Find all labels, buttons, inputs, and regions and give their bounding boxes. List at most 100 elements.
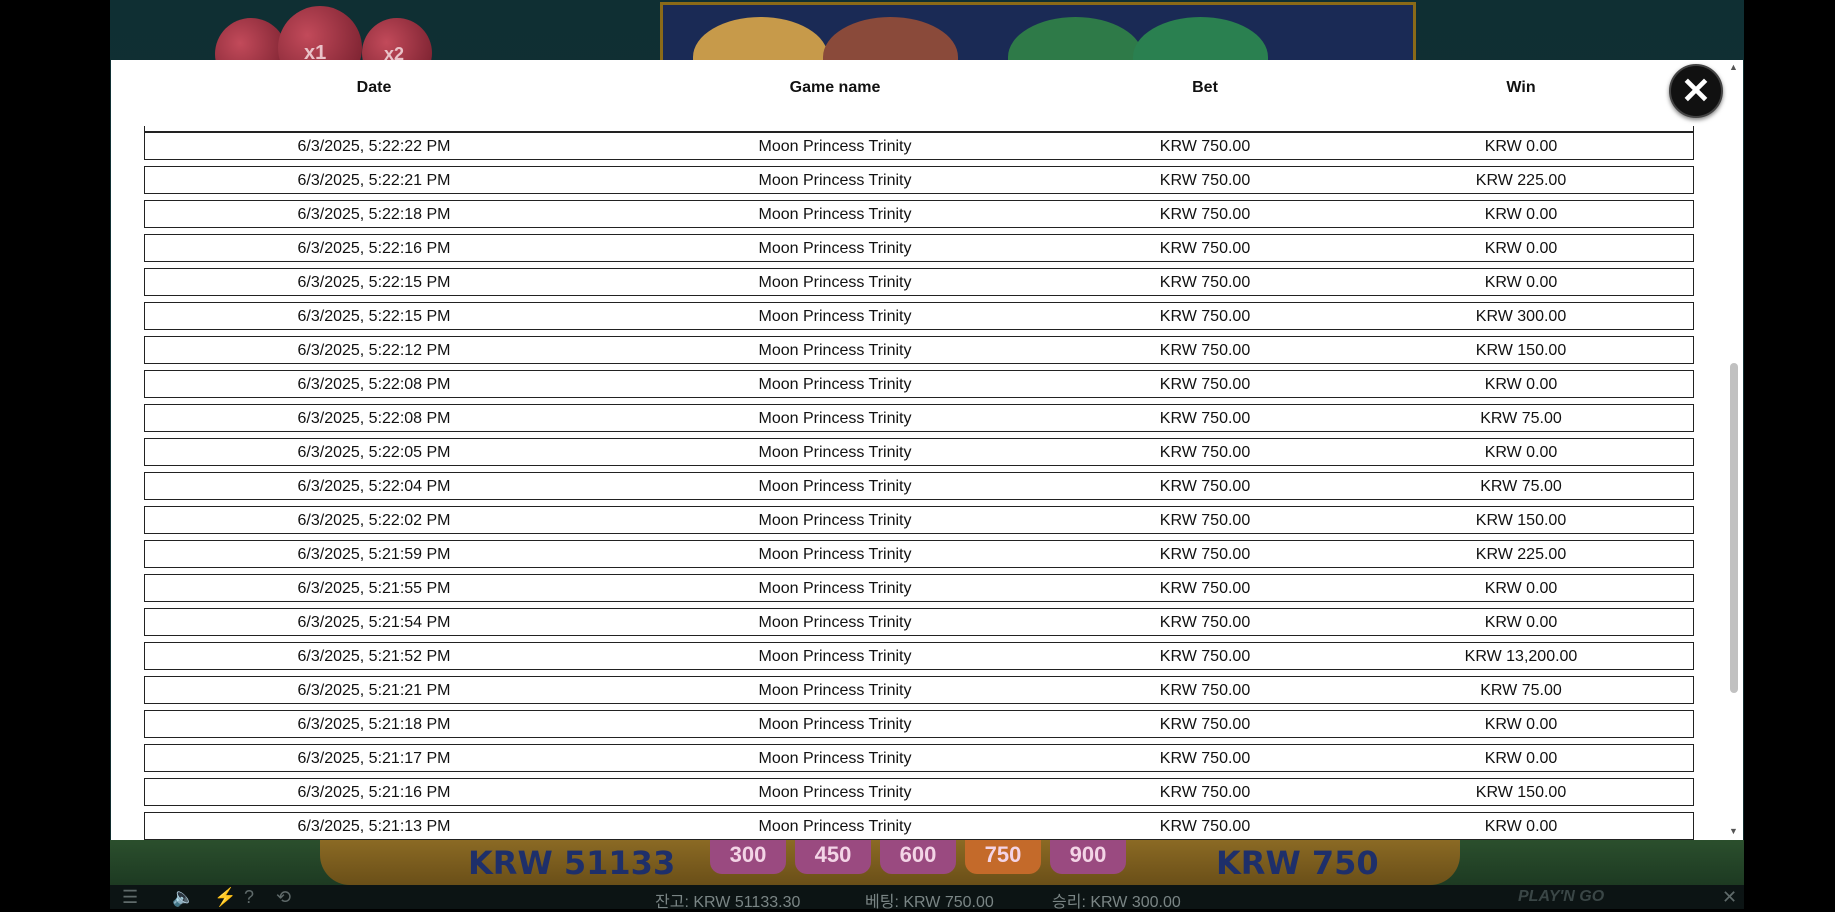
cell-date: 6/3/2025, 5:22:02 PM <box>297 512 451 529</box>
cell-date: 6/3/2025, 5:21:55 PM <box>297 580 451 597</box>
table-row: 6/3/2025, 5:21:52 PM Moon Princess Trinit… <box>144 642 1694 670</box>
column-header-date: Date <box>356 79 392 96</box>
cell-game-name: Moon Princess Trinity <box>758 376 912 393</box>
scrollbar[interactable]: ▲ ▼ <box>1727 60 1741 840</box>
cell-game-name: Moon Princess Trinity <box>758 240 912 257</box>
cell-date: 6/3/2025, 5:22:21 PM <box>297 172 451 189</box>
turbo-icon[interactable]: ⚡ <box>214 887 236 908</box>
cell-bet: KRW 750.00 <box>1159 784 1251 801</box>
table-row: 6/3/2025, 5:22:22 PM Moon Princess Trinit… <box>144 132 1694 160</box>
cell-win: KRW 0.00 <box>1484 274 1558 291</box>
close-icon: ✕ <box>1680 70 1712 111</box>
status-balance: 잔고: KRW 51133.30 <box>655 894 801 911</box>
cell-game-name: Moon Princess Trinity <box>758 682 912 699</box>
cell-win: KRW 300.00 <box>1475 308 1567 325</box>
cell-date: 6/3/2025, 5:22:04 PM <box>297 478 451 495</box>
cell-date: 6/3/2025, 5:21:16 PM <box>297 784 451 801</box>
cell-game-name: Moon Princess Trinity <box>758 648 912 665</box>
cell-date: 6/3/2025, 5:22:15 PM <box>297 308 451 325</box>
cell-date: 6/3/2025, 5:21:59 PM <box>297 546 451 563</box>
table-row: 6/3/2025, 5:22:02 PM Moon Princess Trinit… <box>144 506 1694 534</box>
sound-icon[interactable]: 🔈 <box>172 887 194 908</box>
cell-bet: KRW 750.00 <box>1159 206 1251 223</box>
cell-win: KRW 225.00 <box>1475 546 1567 563</box>
cell-game-name: Moon Princess Trinity <box>758 342 912 359</box>
close-button[interactable]: ✕ <box>1669 64 1723 118</box>
cell-bet: KRW 750.00 <box>1159 444 1251 461</box>
cell-win: KRW 0.00 <box>1484 750 1558 767</box>
balance-display: KRW 51133 <box>468 844 676 882</box>
cell-win: KRW 225.00 <box>1475 172 1567 189</box>
table-row: 6/3/2025, 5:21:18 PM Moon Princess Trinit… <box>144 710 1694 738</box>
cell-game-name: Moon Princess Trinity <box>758 818 912 835</box>
table-row: 6/3/2025, 5:22:16 PM Moon Princess Trinit… <box>144 234 1694 262</box>
bet-option-button[interactable]: 750 <box>965 840 1041 874</box>
cell-date: 6/3/2025, 5:22:05 PM <box>297 444 451 461</box>
table-row: 6/3/2025, 5:22:04 PM Moon Princess Trinit… <box>144 472 1694 500</box>
cell-game-name: Moon Princess Trinity <box>758 750 912 767</box>
table-row: 6/3/2025, 5:22:15 PM Moon Princess Trinit… <box>144 302 1694 330</box>
table-row: 6/3/2025, 5:22:18 PM Moon Princess Trinit… <box>144 200 1694 228</box>
table-row: 6/3/2025, 5:21:54 PM Moon Princess Trinit… <box>144 608 1694 636</box>
cell-date: 6/3/2025, 5:22:18 PM <box>297 206 451 223</box>
history-icon[interactable]: ⟲ <box>276 887 291 908</box>
table-row: 6/3/2025, 5:21:21 PM Moon Princess Trinit… <box>144 676 1694 704</box>
game-control-strip: KRW 51133 300 450 600 750 900 KRW 750 <box>110 840 1744 885</box>
cell-bet: KRW 750.00 <box>1159 716 1251 733</box>
table-row: 6/3/2025, 5:21:55 PM Moon Princess Trinit… <box>144 574 1694 602</box>
help-icon[interactable]: ? <box>244 887 254 908</box>
cell-bet: KRW 750.00 <box>1159 512 1251 529</box>
bet-option-button[interactable]: 900 <box>1050 840 1126 874</box>
cell-date: 6/3/2025, 5:21:52 PM <box>297 648 451 665</box>
cell-bet: KRW 750.00 <box>1159 308 1251 325</box>
cell-game-name: Moon Princess Trinity <box>758 716 912 733</box>
history-modal: Date Game name Bet Win 6/3/2025, 5:22:22… <box>111 60 1743 840</box>
cell-bet: KRW 750.00 <box>1159 818 1251 835</box>
status-bet: 베팅: KRW 750.00 <box>865 894 994 911</box>
cell-game-name: Moon Princess Trinity <box>758 206 912 223</box>
cell-win: KRW 75.00 <box>1480 410 1562 427</box>
scroll-thumb[interactable] <box>1730 363 1738 693</box>
column-header-game-name: Game name <box>789 79 881 96</box>
cell-game-name: Moon Princess Trinity <box>758 308 912 325</box>
scroll-down-arrow[interactable]: ▼ <box>1729 826 1738 836</box>
cell-date: 6/3/2025, 5:22:08 PM <box>297 376 451 393</box>
cell-game-name: Moon Princess Trinity <box>758 512 912 529</box>
cell-date: 6/3/2025, 5:21:18 PM <box>297 716 451 733</box>
status-win: 승리: KRW 300.00 <box>1052 894 1181 911</box>
status-bar: ☰ 🔈 ⚡ ? ⟲ 잔고: KRW 51133.30 베팅: KRW 750.0… <box>110 885 1744 911</box>
cell-date: 6/3/2025, 5:22:22 PM <box>297 138 451 155</box>
table-row: 6/3/2025, 5:21:59 PM Moon Princess Trinit… <box>144 540 1694 568</box>
cell-win: KRW 0.00 <box>1484 818 1558 835</box>
table-row: 6/3/2025, 5:22:21 PM Moon Princess Trinit… <box>144 166 1694 194</box>
cell-date: 6/3/2025, 5:22:15 PM <box>297 274 451 291</box>
control-plate: KRW 51133 300 450 600 750 900 KRW 750 <box>320 840 1460 885</box>
bet-option-button[interactable]: 300 <box>710 840 786 874</box>
cell-game-name: Moon Princess Trinity <box>758 614 912 631</box>
column-header-win: Win <box>1506 79 1536 96</box>
exit-icon[interactable]: ✕ <box>1722 887 1737 908</box>
cell-date: 6/3/2025, 5:22:16 PM <box>297 240 451 257</box>
column-header-bet: Bet <box>1192 79 1218 96</box>
cell-bet: KRW 750.00 <box>1159 172 1251 189</box>
cell-win: KRW 150.00 <box>1475 342 1567 359</box>
cell-bet: KRW 750.00 <box>1159 274 1251 291</box>
cell-win: KRW 150.00 <box>1475 512 1567 529</box>
bet-option-button[interactable]: 600 <box>880 840 956 874</box>
cell-win: KRW 0.00 <box>1484 206 1558 223</box>
cell-win: KRW 75.00 <box>1480 682 1562 699</box>
cell-bet: KRW 750.00 <box>1159 410 1251 427</box>
menu-icon[interactable]: ☰ <box>122 887 138 908</box>
brand-logo: PLAY'N GO <box>1518 888 1605 905</box>
bet-option-button[interactable]: 450 <box>795 840 871 874</box>
cell-win: KRW 0.00 <box>1484 614 1558 631</box>
history-table[interactable]: 6/3/2025, 5:22:22 PM Moon Princess Trinit… <box>144 126 1696 840</box>
cell-win: KRW 0.00 <box>1484 376 1558 393</box>
cell-bet: KRW 750.00 <box>1159 648 1251 665</box>
cell-date: 6/3/2025, 5:21:13 PM <box>297 818 451 835</box>
scroll-up-arrow[interactable]: ▲ <box>1729 62 1738 72</box>
table-row: 6/3/2025, 5:21:13 PM Moon Princess Trinit… <box>144 812 1694 840</box>
cell-game-name: Moon Princess Trinity <box>758 478 912 495</box>
table-row: 6/3/2025, 5:22:12 PM Moon Princess Trinit… <box>144 336 1694 364</box>
cell-bet: KRW 750.00 <box>1159 342 1251 359</box>
